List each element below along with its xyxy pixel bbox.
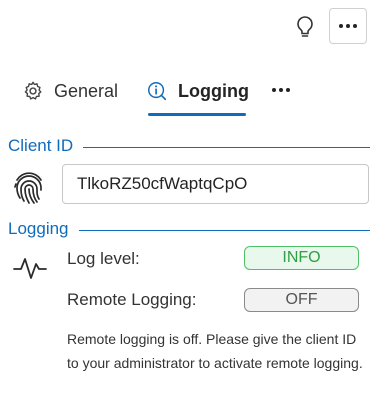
remote-logging-label: Remote Logging: — [67, 290, 197, 309]
fingerprint-icon — [14, 172, 42, 204]
more-horizontal-icon — [272, 88, 290, 92]
logging-section-title: Logging — [8, 219, 69, 238]
lightbulb-button[interactable] — [290, 12, 320, 42]
pulse-icon — [13, 258, 47, 279]
more-options-button[interactable] — [329, 8, 367, 44]
tab-general-label: General — [54, 80, 119, 101]
tab-general[interactable]: General — [22, 74, 118, 108]
section-divider — [78, 229, 370, 231]
log-level-toggle[interactable]: INFO — [244, 246, 359, 270]
lightbulb-icon — [297, 16, 313, 37]
tabs-overflow-button[interactable] — [268, 80, 294, 100]
gear-icon — [24, 81, 42, 100]
client-id-section-title: Client ID — [8, 136, 74, 155]
tab-logging-label: Logging — [178, 80, 249, 101]
remote-logging-toggle[interactable]: OFF — [244, 288, 359, 312]
client-id-field[interactable] — [62, 164, 369, 204]
log-level-label: Log level: — [67, 249, 140, 268]
tab-logging[interactable]: Logging — [146, 74, 249, 108]
remote-logging-note: Remote logging is off. Please give the c… — [67, 331, 363, 371]
active-tab-indicator — [148, 113, 246, 116]
logging-section-header: Logging — [8, 218, 370, 240]
info-icon — [148, 82, 167, 101]
more-horizontal-icon — [339, 24, 357, 28]
section-divider — [83, 146, 370, 148]
client-id-section-header: Client ID — [8, 135, 370, 157]
